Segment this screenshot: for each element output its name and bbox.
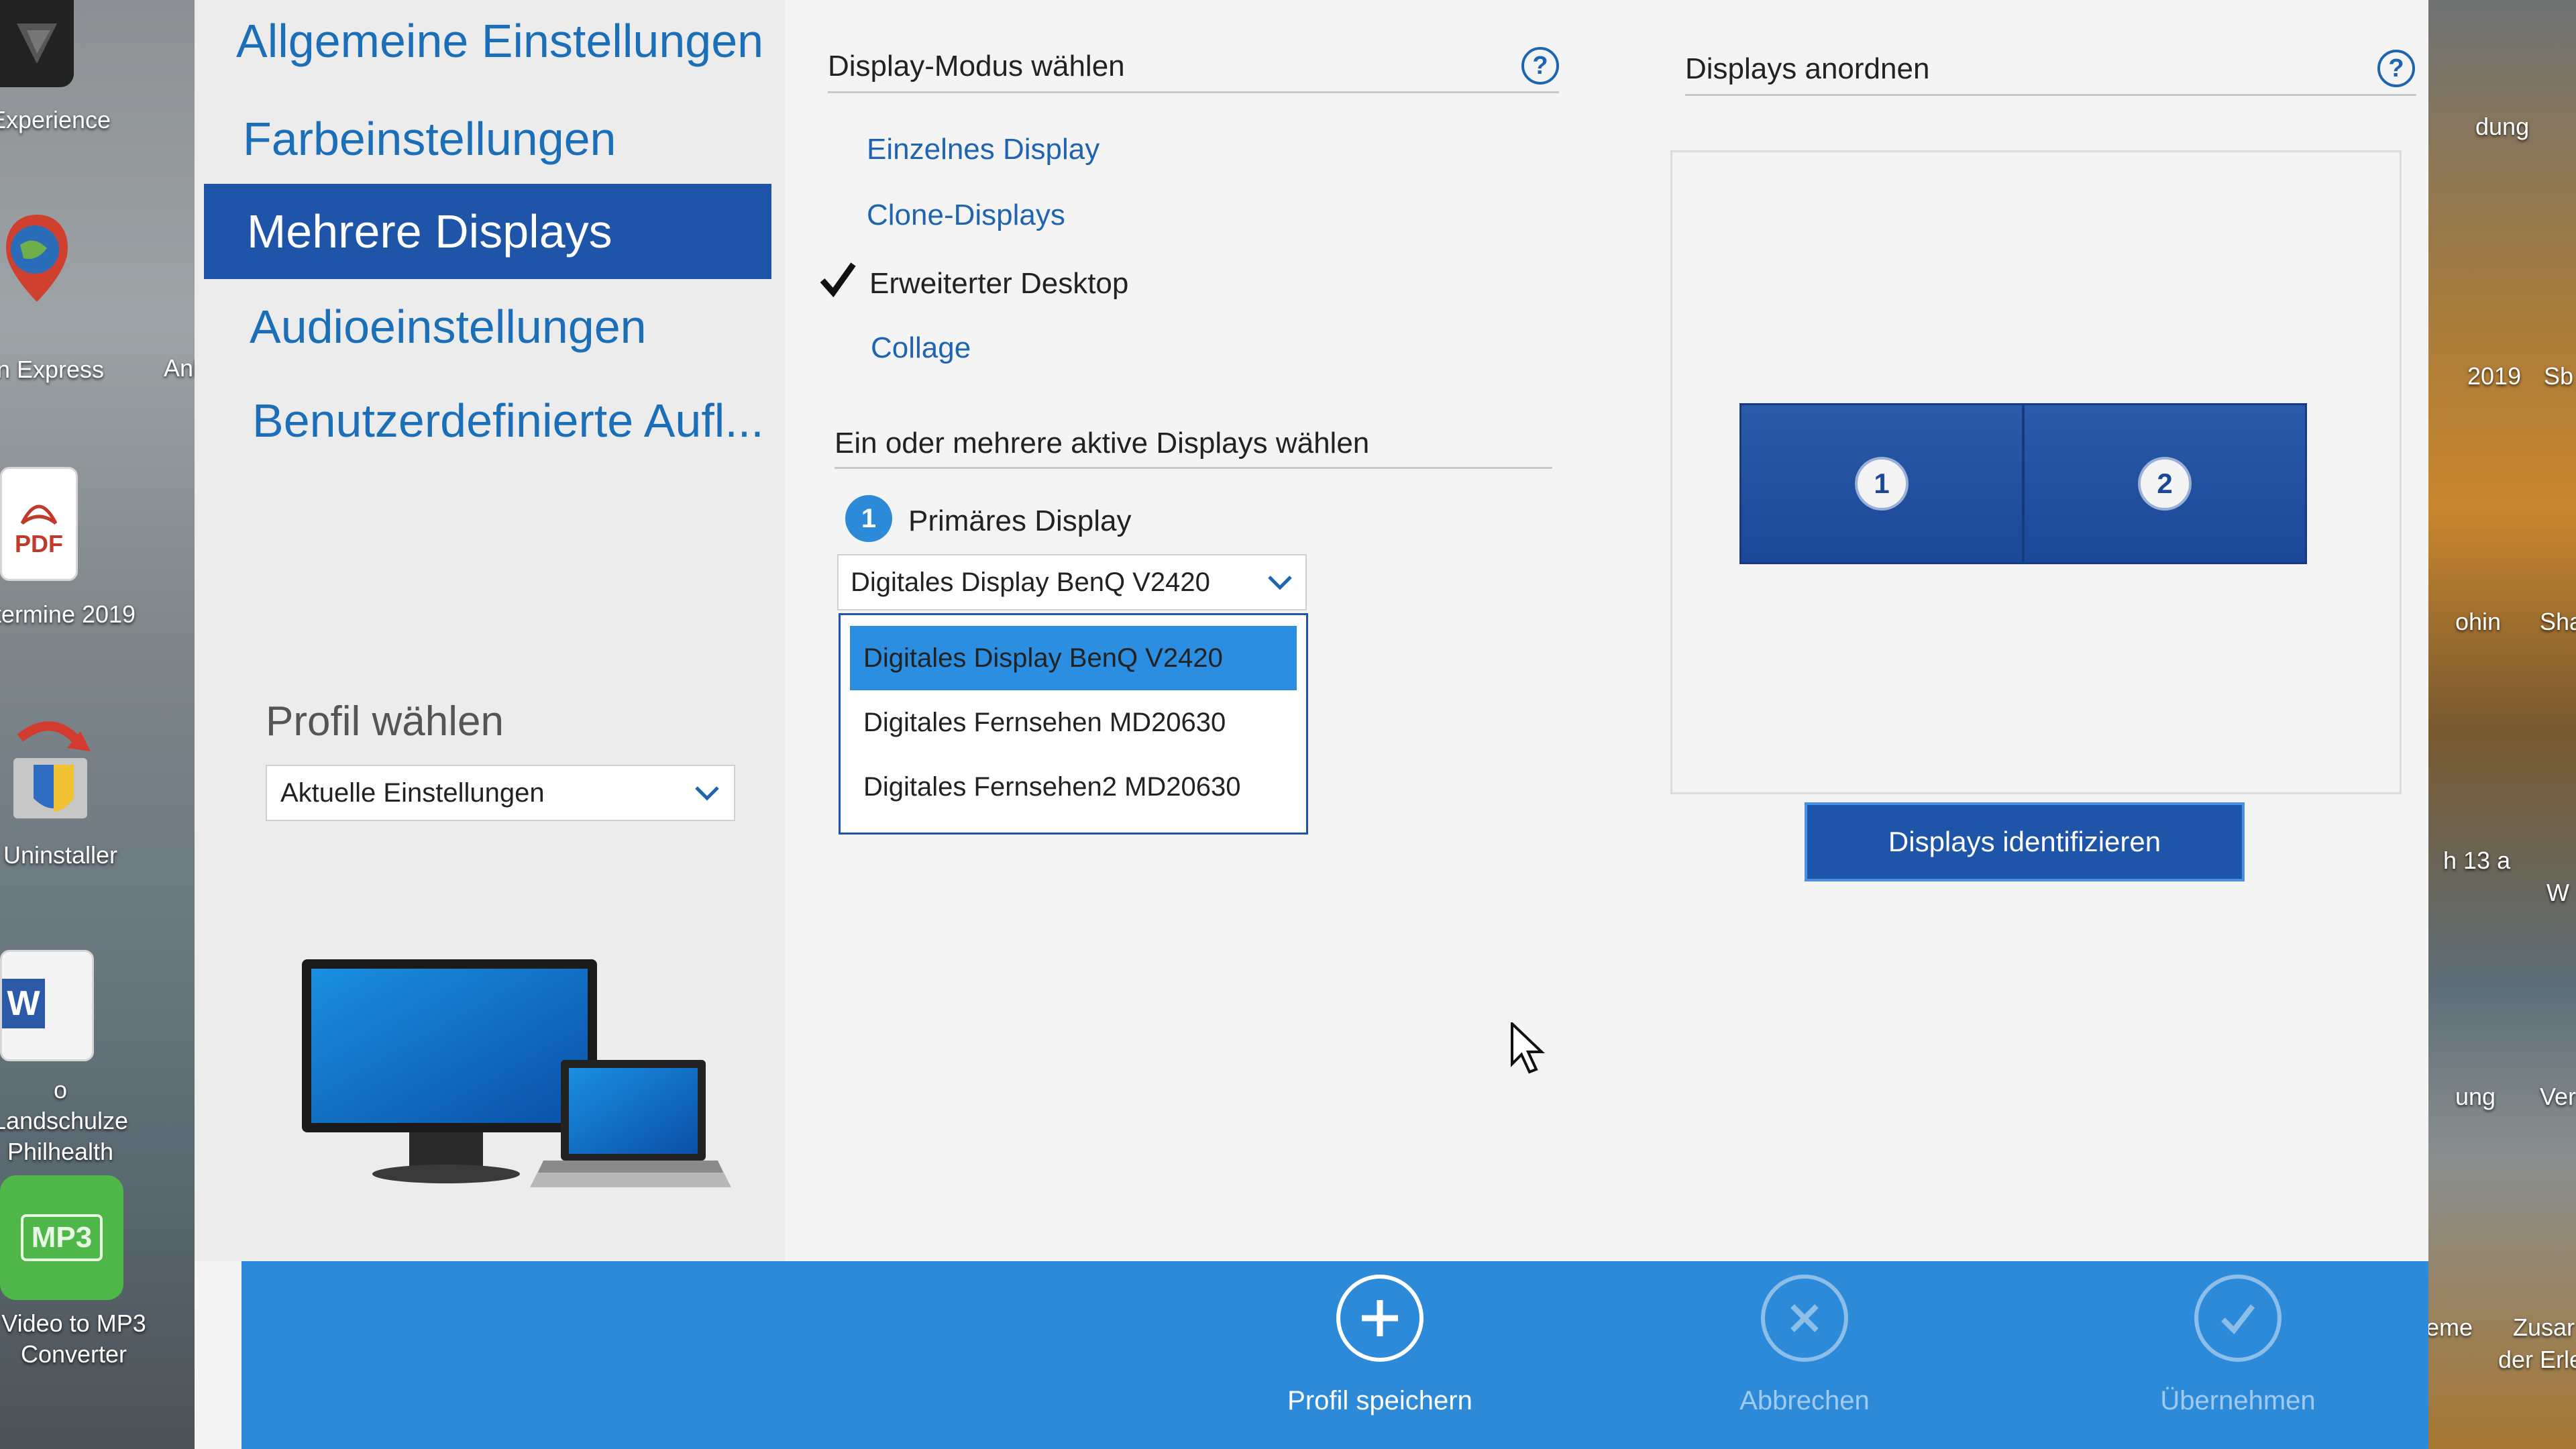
sidebar-item-general[interactable]: Allgemeine Einstellungen (195, 0, 771, 89)
apply-label: Übernehmen (2160, 1386, 2316, 1415)
display-settings-window: Allgemeine Einstellungen Farbeinstellung… (195, 0, 2428, 1449)
desktop-item-label[interactable]: ung (2455, 1083, 2496, 1111)
chevron-down-icon (1268, 576, 1292, 590)
word-icon-text: W (2, 979, 45, 1028)
desktop-item-label[interactable]: Sb (2544, 362, 2573, 390)
cancel-label: Abbrechen (1739, 1386, 1870, 1415)
mode-extended-desktop[interactable]: Erweiterter Desktop (869, 267, 1128, 301)
profile-select-value: Aktuelle Einstellungen (280, 777, 545, 808)
chevron-down-icon (695, 786, 719, 801)
action-bar: Profil speichern Abbrechen Übernehmen (241, 1261, 2428, 1449)
desktop-item-label[interactable]: n Express (0, 354, 127, 385)
section-divider (1685, 94, 2416, 96)
desktop-item-label[interactable]: o Landschulze Philhealth (0, 1075, 134, 1167)
desktop-item-label[interactable]: Ver (2540, 1083, 2576, 1111)
desktop-item-label[interactable]: Experience (0, 105, 127, 136)
desktop-item-label[interactable]: Sha (2540, 608, 2576, 636)
dropdown-option[interactable]: Digitales Fernsehen MD20630 (850, 690, 1297, 755)
sidebar-item-multiple-displays[interactable]: Mehrere Displays (204, 184, 771, 279)
mp3-icon-text: MP3 (20, 1214, 103, 1261)
uninstaller-icon[interactable] (0, 711, 101, 825)
sidebar-item-custom-resolution[interactable]: Benutzerdefinierte Aufl... (195, 373, 771, 468)
help-icon[interactable]: ? (2377, 50, 2415, 87)
active-displays-title: Ein oder mehrere aktive Displays wählen (835, 427, 1370, 460)
checkmark-icon (820, 262, 856, 298)
dropdown-option[interactable]: Digitales Fernsehen2 MD20630 (850, 755, 1297, 819)
identify-displays-button[interactable]: Displays identifizieren (1805, 802, 2245, 881)
display-select[interactable]: Digitales Display BenQ V2420 (837, 554, 1307, 610)
check-icon (2194, 1275, 2282, 1362)
mode-clone-displays[interactable]: Clone-Displays (867, 199, 1065, 232)
desktop-item-label[interactable]: Video to MP3 Converter (0, 1308, 154, 1370)
arrange-displays-title: Displays anordnen (1685, 52, 1930, 85)
mp3-icon[interactable]: MP3 (0, 1175, 123, 1300)
desktop-item-label[interactable]: der Erle (2498, 1346, 2576, 1374)
mode-single-display[interactable]: Einzelnes Display (867, 133, 1099, 166)
display-arrangement-canvas[interactable]: 1 2 (1670, 150, 2402, 794)
desktop-item-label[interactable]: termine 2019 (0, 599, 142, 630)
sidebar: Allgemeine Einstellungen Farbeinstellung… (195, 0, 785, 1261)
desktop-left-strip: Experience n Express Anl PDF termine 201… (0, 0, 231, 1449)
primary-display-label: Primäres Display (908, 504, 1132, 537)
word-doc-icon[interactable]: W (0, 950, 94, 1061)
display-select-value: Digitales Display BenQ V2420 (851, 567, 1210, 597)
section-divider (835, 467, 1552, 469)
sidebar-item-audio[interactable]: Audioeinstellungen (195, 279, 771, 374)
arranged-display-1[interactable]: 1 (1739, 403, 2024, 564)
section-divider (828, 91, 1559, 93)
dropdown-option[interactable]: Digitales Display BenQ V2420 (850, 626, 1297, 690)
profile-label: Profil wählen (266, 698, 504, 745)
help-icon[interactable]: ? (1521, 47, 1559, 85)
desktop-item-label[interactable]: ohin (2455, 608, 2501, 636)
desktop-item-label[interactable]: Anl (164, 354, 199, 382)
close-icon (1761, 1275, 1848, 1362)
monitor-laptop-illustration (302, 959, 731, 1187)
mode-collage[interactable]: Collage (871, 331, 971, 365)
desktop-item-label[interactable]: W (2546, 879, 2569, 907)
desktop-item-label[interactable]: o Uninstaller (0, 840, 127, 871)
plus-icon (1336, 1275, 1424, 1362)
display-dropdown-list: Digitales Display BenQ V2420 Digitales F… (839, 613, 1308, 835)
geforce-experience-icon[interactable] (0, 0, 74, 87)
cancel-button[interactable]: Abbrechen (1670, 1275, 1939, 1416)
arranged-display-2[interactable]: 2 (2023, 403, 2307, 564)
pdf-icon-text: PDF (15, 530, 63, 557)
mouse-cursor-icon (1511, 1022, 1545, 1074)
desktop-item-label[interactable]: h 13 a (2443, 847, 2510, 875)
desktop-item-label[interactable]: Zusar (2513, 1313, 2575, 1342)
profile-select[interactable]: Aktuelle Einstellungen (266, 765, 735, 821)
save-profile-label: Profil speichern (1287, 1386, 1472, 1415)
desktop-item-label[interactable]: 2019 (2467, 362, 2521, 390)
display-number: 1 (1855, 457, 1909, 511)
display-number: 2 (2138, 457, 2192, 511)
save-profile-button[interactable]: Profil speichern (1246, 1275, 1514, 1416)
sidebar-item-colors[interactable]: Farbeinstellungen (195, 91, 771, 186)
desktop-item-label[interactable]: dung (2475, 113, 2529, 141)
pdf-icon[interactable]: PDF (0, 467, 78, 581)
display-mode-title: Display-Modus wählen (828, 50, 1125, 83)
globe-pin-icon[interactable] (0, 208, 74, 309)
primary-display-badge: 1 (845, 495, 892, 542)
apply-button[interactable]: Übernehmen (2104, 1275, 2372, 1416)
desktop-item-label[interactable]: eme (2426, 1313, 2473, 1342)
